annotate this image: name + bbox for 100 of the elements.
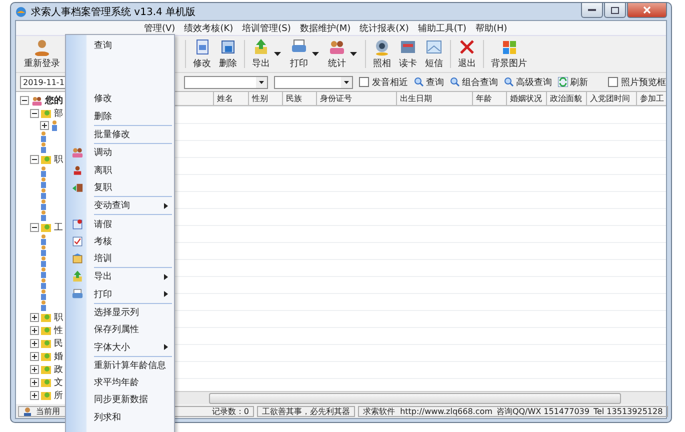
column-header[interactable]: 参加工: [637, 92, 666, 105]
column-header[interactable]: 年龄: [473, 92, 507, 105]
search-icon: [504, 77, 514, 87]
refresh-button[interactable]: 刷新: [558, 76, 588, 88]
toolbar-button[interactable]: 背景图片: [487, 37, 531, 71]
tree-node-label[interactable]: 职: [54, 311, 63, 324]
menu-item[interactable]: 请假: [66, 215, 174, 233]
menu-item[interactable]: 删除: [66, 108, 174, 125]
toolbar-button[interactable]: 删除: [215, 37, 241, 71]
maximize-button[interactable]: [604, 3, 626, 18]
folder-icon: [41, 326, 52, 335]
expand-toggle[interactable]: [30, 313, 39, 322]
menu-item[interactable]: 绩效考核(K): [184, 22, 234, 34]
expand-toggle[interactable]: [30, 378, 39, 387]
expand-toggle[interactable]: [30, 391, 39, 400]
toolbar-button[interactable]: 打印: [286, 37, 312, 71]
menu-item[interactable]: 培训管理(S): [242, 22, 291, 34]
folder-icon: [41, 313, 52, 322]
expand-toggle[interactable]: [30, 352, 39, 361]
menu-item[interactable]: 重新计算年龄信息: [66, 356, 174, 374]
menu-item[interactable]: 考核: [66, 232, 174, 250]
column-header[interactable]: 政治面貌: [547, 92, 587, 105]
menu-item[interactable]: 帮助(H): [475, 22, 508, 34]
date-field[interactable]: 2019-11-1: [20, 76, 66, 88]
menu-item[interactable]: 培训: [66, 250, 174, 268]
expand-toggle[interactable]: [40, 121, 49, 130]
toolbar-button[interactable]: 导出: [248, 37, 274, 71]
caret-icon[interactable]: [350, 52, 357, 56]
collapse-toggle[interactable]: [30, 109, 39, 118]
toolbar-button[interactable]: 重新登录: [20, 37, 64, 71]
minimize-button[interactable]: [581, 3, 603, 18]
windows-flag-icon: [500, 38, 518, 56]
menu-item[interactable]: 变动查询: [66, 197, 174, 214]
menu-item[interactable]: 管理(V): [144, 22, 176, 34]
toolbar-button[interactable]: 统计: [324, 37, 350, 71]
toolbar-button[interactable]: 修改: [189, 37, 215, 71]
plus-icon: [42, 123, 47, 128]
checkbox[interactable]: [608, 77, 618, 87]
menu-item[interactable]: 统计报表(X): [360, 22, 409, 34]
toolbar-button[interactable]: 退出: [454, 37, 480, 71]
close-icon: [458, 38, 476, 56]
tree-node-label[interactable]: 政: [54, 363, 63, 376]
menu-item[interactable]: 同步更新数据: [66, 391, 174, 409]
tree-node-label[interactable]: 性: [54, 324, 63, 337]
tree-node-label[interactable]: 婚: [54, 350, 63, 363]
close-button[interactable]: [627, 3, 667, 18]
plus-icon: [32, 328, 37, 333]
menu-item[interactable]: 查询: [66, 37, 174, 54]
expand-toggle[interactable]: [30, 365, 39, 374]
expand-toggle[interactable]: [30, 326, 39, 335]
document-icon: [219, 38, 237, 56]
user-icon: [23, 407, 32, 416]
menu-item[interactable]: 选择显示列: [66, 304, 174, 322]
column-header[interactable]: 入党团时间: [587, 92, 637, 105]
webcam-icon: [373, 38, 391, 56]
checkbox[interactable]: [359, 77, 369, 87]
collapse-toggle[interactable]: [30, 155, 39, 164]
column-header[interactable]: 身份证号: [317, 92, 397, 105]
search-button[interactable]: 高级查询: [504, 76, 552, 88]
tree-node-label[interactable]: 部: [54, 107, 63, 120]
menu-item[interactable]: 打印: [66, 286, 174, 303]
menu-item[interactable]: 求平均年龄: [66, 374, 174, 392]
tree-node-label[interactable]: 工: [54, 221, 63, 234]
tree-node-label[interactable]: 文: [54, 376, 63, 389]
caret-icon[interactable]: [312, 52, 319, 56]
menu-item[interactable]: 辅助工具(T): [418, 22, 466, 34]
menu-item[interactable]: 保存列属性: [66, 321, 174, 338]
menu-item[interactable]: 离职: [66, 161, 174, 179]
search-button[interactable]: 查询: [414, 76, 444, 88]
menu-item[interactable]: 复职: [66, 178, 174, 196]
collapse-toggle[interactable]: [30, 223, 39, 232]
menu-item[interactable]: 数据维护(M): [300, 22, 351, 34]
tree-node-label[interactable]: 民: [54, 337, 63, 350]
folder-icon: [41, 365, 52, 374]
tree-node-label[interactable]: 您的: [45, 94, 63, 107]
column-header[interactable]: 出生日期: [397, 92, 473, 105]
window-title: 求索人事档案管理系统 v13.4 单机版: [31, 6, 196, 18]
menu-item[interactable]: 导出: [66, 268, 174, 286]
tree-node-label[interactable]: 职: [54, 153, 63, 166]
menu-item[interactable]: 字体大小: [66, 338, 174, 356]
toolbar-button[interactable]: 照相: [369, 37, 395, 71]
column-header[interactable]: 性别: [249, 92, 283, 105]
menu-item[interactable]: 调动: [66, 144, 174, 162]
column-header[interactable]: 民族: [283, 92, 317, 105]
menu-item[interactable]: 修改: [66, 90, 174, 108]
folder-icon: [41, 109, 52, 118]
toolbar-button[interactable]: 读卡: [395, 37, 421, 71]
toolbar-button[interactable]: 短信: [421, 37, 447, 71]
column-header[interactable]: 姓名: [214, 92, 249, 105]
maximize-icon: [611, 6, 619, 14]
collapse-toggle[interactable]: [20, 96, 29, 105]
tree-node-label[interactable]: 所: [54, 389, 63, 402]
app-logo-icon: [15, 6, 27, 18]
search-button[interactable]: 组合查询: [450, 76, 498, 88]
menu-item[interactable]: 批量修改: [66, 126, 174, 144]
menu-item[interactable]: 列求和: [66, 408, 174, 426]
expand-toggle[interactable]: [30, 339, 39, 348]
export-icon: [70, 270, 84, 284]
caret-icon[interactable]: [274, 52, 281, 56]
column-header[interactable]: 婚姻状况: [507, 92, 547, 105]
